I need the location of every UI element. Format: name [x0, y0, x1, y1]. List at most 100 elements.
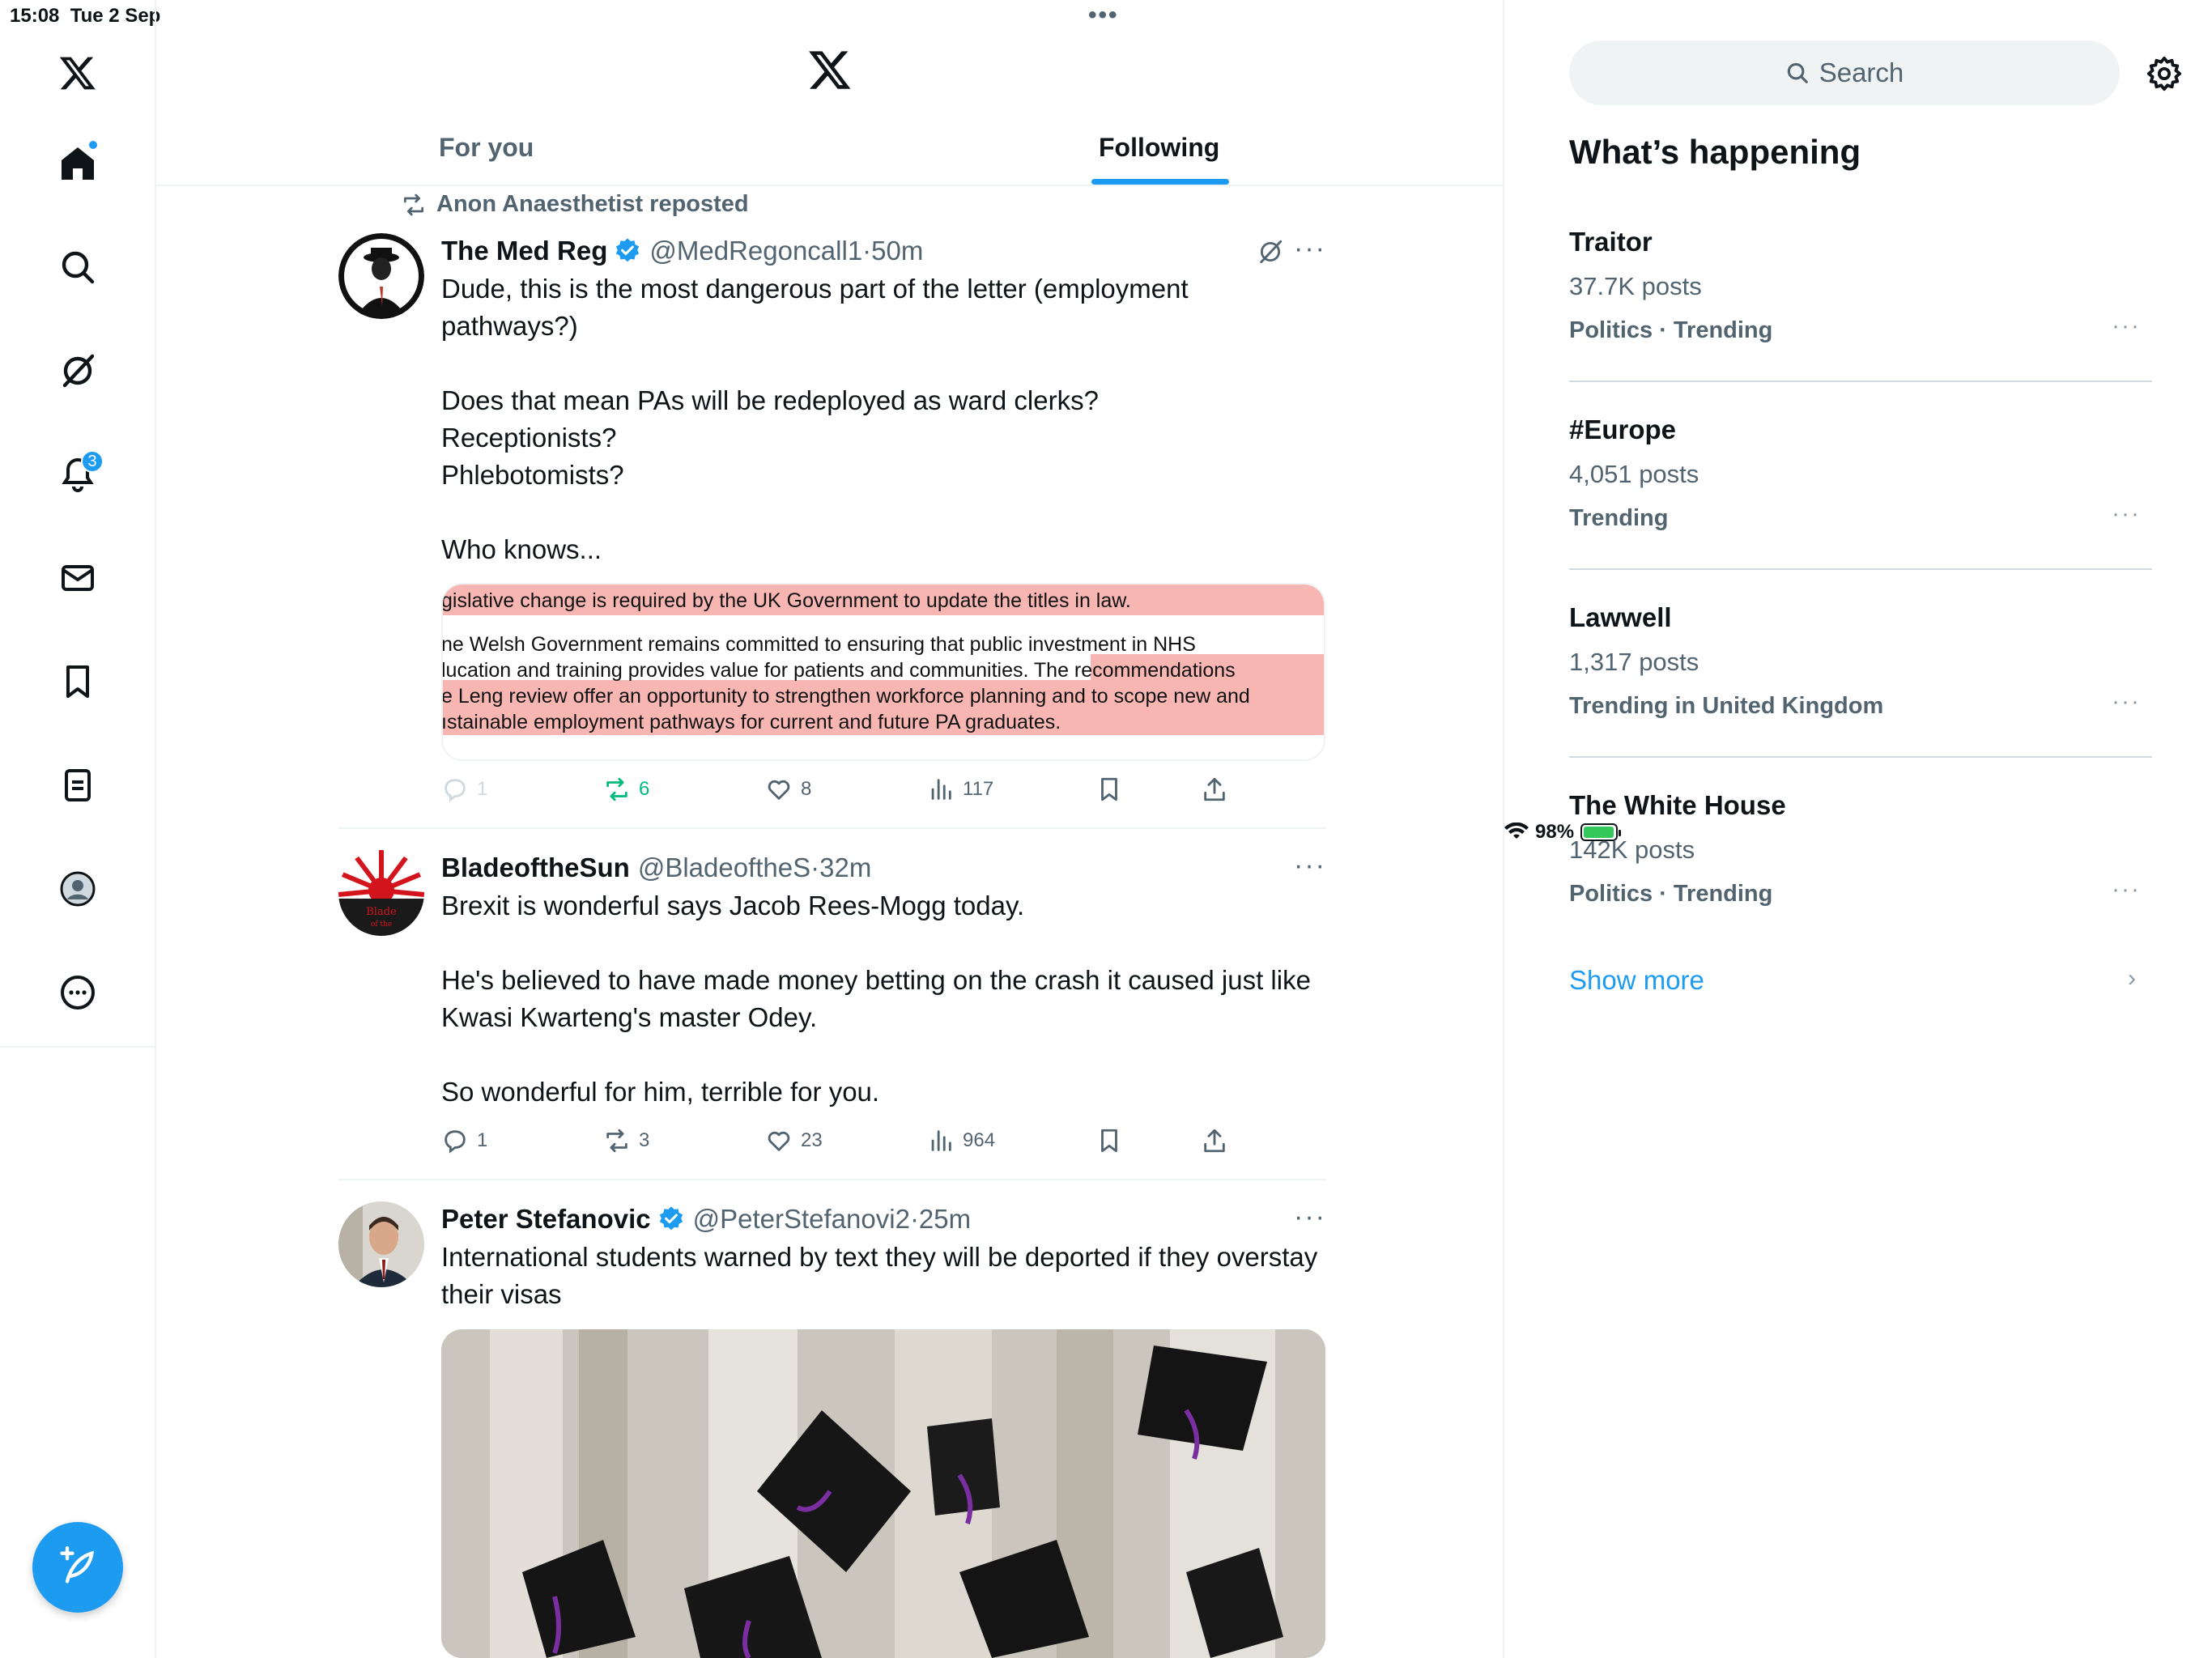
view-count: 117: [963, 778, 994, 800]
share-button[interactable]: [1201, 1127, 1228, 1154]
tweet-actions: 1 3 23 964: [441, 1127, 1235, 1159]
trend-category: Politics · Trending: [1569, 881, 1773, 907]
views-button[interactable]: 964: [927, 1127, 995, 1154]
tab-for-you[interactable]: For you: [439, 133, 534, 163]
grok-explain-icon[interactable]: [1257, 238, 1284, 266]
author-handle[interactable]: @MedRegoncall1: [649, 233, 862, 269]
bookmarks-icon[interactable]: [53, 657, 102, 706]
document-line: lucation and training provides value for…: [441, 659, 1236, 682]
svg-text:of the: of the: [371, 920, 392, 929]
verified-badge-icon: [616, 238, 640, 262]
whats-happening-title: What’s happening: [1569, 133, 1861, 171]
avatar[interactable]: [338, 233, 424, 319]
like-count: 8: [801, 778, 812, 800]
author-name[interactable]: BladeoftheSun: [441, 850, 630, 886]
tweet-more-icon[interactable]: ···: [1294, 850, 1326, 882]
repost-icon: [606, 777, 627, 801]
trend-item[interactable]: #Europe 4,051 posts Trending ···: [1569, 414, 2152, 601]
notifications-icon[interactable]: 3: [53, 450, 104, 499]
settings-gear-icon[interactable]: [2146, 55, 2183, 92]
grok-icon[interactable]: [53, 346, 102, 395]
trend-more-icon[interactable]: ···: [2112, 688, 2141, 716]
repost-button[interactable]: 6: [603, 776, 649, 803]
tweet-time[interactable]: ·32m: [810, 850, 871, 886]
reply-icon: [445, 1130, 466, 1154]
x-logo-icon[interactable]: [53, 49, 102, 97]
tab-following[interactable]: Following: [1099, 133, 1219, 163]
repost-button[interactable]: 3: [603, 1127, 649, 1154]
tweet-more-icon[interactable]: ···: [1294, 233, 1326, 265]
tweet-divider: [338, 827, 1326, 829]
trend-item[interactable]: Lawwell 1,317 posts Trending in United K…: [1569, 602, 2152, 789]
timeline-tabs: For you Following: [156, 113, 1504, 186]
trend-count: 1,317 posts: [1569, 648, 1699, 676]
reply-button[interactable]: 1: [441, 776, 487, 803]
trend-name: The White House: [1569, 790, 1786, 820]
compose-feather-icon: [60, 1546, 94, 1584]
left-navigation: 3: [0, 0, 156, 1658]
chevron-right-icon: ›: [2128, 965, 2136, 992]
trend-category: Trending: [1569, 505, 1669, 531]
tweet-more-icon[interactable]: ···: [1294, 1201, 1326, 1233]
author-name[interactable]: Peter Stefanovic: [441, 1201, 651, 1237]
home-icon[interactable]: [53, 139, 102, 188]
author-handle[interactable]: @BladeoftheS: [638, 850, 810, 886]
avatar[interactable]: [338, 1201, 424, 1287]
author-name[interactable]: The Med Reg: [441, 233, 607, 269]
views-chart-icon: [931, 779, 951, 800]
trend-more-icon[interactable]: ···: [2112, 500, 2141, 528]
share-icon: [1204, 1129, 1225, 1153]
reply-count: 1: [477, 1129, 488, 1151]
tweet-media-photo-graduation-caps[interactable]: [441, 1329, 1325, 1658]
tweet-divider: [338, 1179, 1326, 1180]
tweet-media-document[interactable]: gislative change is required by the UK G…: [441, 583, 1325, 761]
trend-name: Traitor: [1569, 227, 1653, 257]
views-button[interactable]: 117: [927, 776, 993, 803]
share-button[interactable]: [1201, 776, 1228, 803]
compose-post-button[interactable]: [32, 1522, 123, 1613]
avatar[interactable]: Blade of the: [338, 850, 424, 936]
search-input[interactable]: Search: [1569, 40, 2120, 105]
tweet-time[interactable]: ·25m: [910, 1201, 971, 1237]
repost-icon: [404, 193, 423, 215]
x-header-logo-icon: [809, 51, 851, 89]
nav-divider: [0, 1046, 156, 1048]
profile-icon[interactable]: [53, 865, 102, 913]
tweet-text: Brexit is wonderful says Jacob Rees-Mogg…: [441, 891, 1311, 1107]
trend-category: Politics · Trending: [1569, 317, 1773, 343]
trend-divider: [1569, 380, 2152, 382]
verified-badge-icon: [659, 1206, 683, 1231]
notifications-badge: 3: [81, 450, 104, 473]
trend-more-icon[interactable]: ···: [2112, 312, 2141, 340]
trend-count: 37.7K posts: [1569, 272, 1702, 300]
trend-more-icon[interactable]: ···: [2112, 876, 2141, 903]
repost-count: 6: [639, 778, 650, 800]
share-icon: [1204, 777, 1225, 801]
bookmark-button[interactable]: [1095, 1127, 1123, 1154]
trend-category: Trending in United Kingdom: [1569, 693, 1884, 719]
repost-context[interactable]: Anon Anaesthetist reposted: [401, 191, 749, 218]
view-count: 964: [963, 1129, 996, 1151]
repost-by-label: Anon Anaesthetist reposted: [436, 191, 749, 217]
document-line: ıstainable employment pathways for curre…: [441, 711, 1061, 733]
like-button[interactable]: 8: [765, 776, 811, 803]
more-icon[interactable]: [53, 968, 102, 1017]
views-chart-icon: [931, 1130, 951, 1151]
messages-icon[interactable]: [53, 554, 102, 602]
trend-count: 4,051 posts: [1569, 460, 1699, 488]
repost-count: 3: [639, 1129, 650, 1151]
tweet-text: Dude, this is the most dangerous part of…: [441, 274, 1189, 564]
search-icon[interactable]: [53, 243, 102, 291]
lists-icon[interactable]: [53, 761, 102, 810]
tweet-time[interactable]: ·50m: [862, 233, 923, 269]
show-more-link[interactable]: Show more: [1569, 965, 1704, 996]
trend-item[interactable]: Traitor 37.7K posts Politics · Trending …: [1569, 227, 2152, 413]
bookmark-button[interactable]: [1095, 776, 1123, 803]
document-line: ne Welsh Government remains committed to…: [441, 633, 1196, 656]
reply-button[interactable]: 1: [441, 1127, 487, 1154]
author-handle[interactable]: @PeterStefanovi2: [693, 1201, 910, 1237]
reply-icon: [445, 779, 466, 802]
search-placeholder: Search: [1819, 57, 1904, 87]
like-button[interactable]: 23: [765, 1127, 823, 1154]
trend-item[interactable]: The White House 142K posts Politics · Tr…: [1569, 790, 2152, 976]
